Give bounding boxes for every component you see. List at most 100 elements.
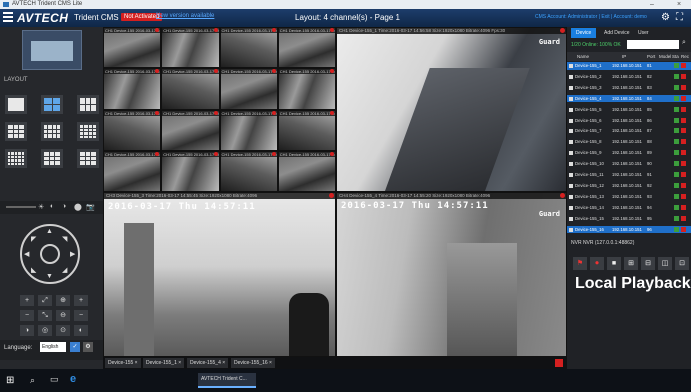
record-icon[interactable] bbox=[681, 117, 686, 123]
record-icon[interactable] bbox=[681, 204, 686, 210]
table-row[interactable]: Device-155_4 192.168.10.151 84 bbox=[567, 94, 691, 103]
ptz-button[interactable]: ◑ bbox=[20, 325, 34, 336]
menu-icon[interactable] bbox=[3, 12, 13, 23]
ptz-button[interactable]: + bbox=[20, 295, 34, 306]
table-row[interactable]: Device-155_5 192.168.10.151 85 bbox=[567, 106, 691, 114]
ptz-upright-arrow-icon[interactable]: ◥ bbox=[62, 235, 67, 243]
row-checkbox[interactable] bbox=[569, 183, 573, 188]
toolbar-icon[interactable]: ⏺ bbox=[590, 257, 604, 270]
column-header[interactable]: Name bbox=[577, 52, 589, 61]
row-checkbox[interactable] bbox=[569, 74, 573, 79]
toolbar-icon[interactable]: ⊡ bbox=[675, 257, 689, 270]
gear-icon[interactable]: ⚙ bbox=[661, 12, 670, 23]
layout-button-3x4[interactable] bbox=[41, 122, 63, 141]
row-checkbox[interactable] bbox=[569, 205, 573, 210]
windows-start-icon[interactable]: ⊞ bbox=[6, 375, 14, 386]
ptz-downright-arrow-icon[interactable]: ◢ bbox=[62, 266, 67, 274]
record-icon[interactable] bbox=[681, 172, 686, 177]
close-stream-icon[interactable] bbox=[213, 151, 218, 156]
column-header[interactable]: IP bbox=[622, 52, 626, 61]
table-row[interactable]: Device-155_9 192.168.10.151 89 bbox=[567, 149, 691, 157]
edge-browser-icon[interactable]: e bbox=[70, 373, 76, 385]
ptz-downleft-arrow-icon[interactable]: ◣ bbox=[31, 266, 36, 274]
video-tab[interactable]: Device-155 × bbox=[105, 358, 141, 368]
table-row[interactable]: Device-155_6 192.168.10.151 86 bbox=[567, 117, 691, 125]
small-video-tile[interactable]: CH1 Device-155 2016-03-17 14:56:17 bbox=[219, 27, 278, 69]
saturation-icon[interactable]: ◑ bbox=[62, 203, 66, 210]
record-icon[interactable] bbox=[681, 95, 686, 101]
layout-button-1x1[interactable] bbox=[5, 95, 27, 114]
account-info[interactable]: CMS Account: Administrator | Exit | Acco… bbox=[535, 14, 647, 20]
column-header[interactable]: Rec bbox=[681, 52, 689, 61]
ptz-left-arrow-icon[interactable]: ◀ bbox=[24, 250, 29, 258]
column-header[interactable]: Port bbox=[647, 52, 655, 61]
row-checkbox[interactable] bbox=[569, 227, 573, 232]
layout-button-3x3[interactable] bbox=[41, 149, 63, 168]
video-tab[interactable]: Device-155_16 × bbox=[231, 358, 275, 368]
ptz-button[interactable]: ⤢ bbox=[38, 295, 52, 306]
record-icon[interactable] bbox=[681, 182, 686, 188]
toolbar-icon[interactable]: ⚑ bbox=[573, 257, 587, 270]
layout-button-2x3[interactable] bbox=[77, 95, 99, 114]
table-row[interactable]: Device-155_10 192.168.10.151 90 bbox=[567, 160, 691, 168]
brightness-icon[interactable]: ☀ bbox=[38, 203, 44, 211]
close-stream-icon[interactable] bbox=[155, 151, 160, 156]
small-video-tile[interactable]: CH1 Device-155 2016-03-17 14:56:17 bbox=[219, 68, 278, 110]
table-row[interactable]: Device-155_3 192.168.10.151 83 bbox=[567, 84, 691, 92]
close-stream-icon[interactable] bbox=[330, 151, 334, 156]
layout-button-2x2[interactable] bbox=[41, 95, 63, 114]
nvr-row[interactable]: NVR NVR (127.0.0.1:48862) bbox=[567, 238, 691, 248]
close-stream-icon[interactable] bbox=[213, 28, 218, 32]
close-stream-icon[interactable] bbox=[330, 28, 334, 32]
row-checkbox[interactable] bbox=[569, 64, 573, 68]
record-icon[interactable] bbox=[681, 106, 686, 112]
minimize-button[interactable]: – bbox=[650, 0, 654, 9]
ptz-button[interactable]: ⊕ bbox=[56, 295, 70, 306]
table-row[interactable]: Device-155_15 192.168.10.151 95 bbox=[567, 215, 691, 223]
ptz-button[interactable]: − bbox=[74, 310, 88, 321]
taskbar-app-button[interactable]: AVTECH Trident C... bbox=[198, 373, 256, 388]
toolbar-icon[interactable]: ⊟ bbox=[641, 257, 655, 270]
stop-all-button[interactable] bbox=[555, 359, 563, 367]
row-checkbox[interactable] bbox=[569, 85, 573, 90]
layout-button-4x4[interactable] bbox=[77, 122, 99, 141]
close-stream-icon[interactable] bbox=[213, 69, 218, 74]
ptz-upleft-arrow-icon[interactable]: ◤ bbox=[31, 235, 36, 243]
row-checkbox[interactable] bbox=[569, 173, 573, 177]
ptz-button[interactable]: − bbox=[20, 310, 34, 321]
layout-button-3x3[interactable] bbox=[77, 149, 99, 168]
small-video-tile[interactable]: CH1 Device-155 2016-03-17 14:56:17 bbox=[277, 109, 336, 151]
ptz-button[interactable]: ⊖ bbox=[56, 310, 70, 321]
ptz-center-icon[interactable] bbox=[40, 244, 60, 264]
search-icon[interactable]: ⌕ bbox=[682, 39, 686, 47]
new-version-link[interactable]: New version available bbox=[156, 13, 214, 19]
snapshot-icon[interactable]: 📷 bbox=[86, 203, 95, 211]
row-checkbox[interactable] bbox=[569, 194, 573, 199]
small-video-tile[interactable]: CH1 Device-155 2016-03-17 14:56:17 bbox=[103, 27, 162, 69]
table-row[interactable]: Device-155_16 192.168.10.151 96 bbox=[567, 225, 691, 233]
table-row[interactable]: Device-155_2 192.168.10.151 82 bbox=[567, 73, 691, 81]
video-tile-3[interactable]: CH3 Device-155_3 Time:2016-03-17 14:55:4… bbox=[103, 192, 336, 357]
close-stream-icon[interactable] bbox=[329, 193, 334, 198]
close-stream-icon[interactable] bbox=[560, 193, 565, 198]
close-stream-icon[interactable] bbox=[155, 110, 160, 115]
table-row[interactable]: Device-155_12 192.168.10.151 92 bbox=[567, 182, 691, 190]
row-checkbox[interactable] bbox=[569, 96, 573, 101]
small-video-tile[interactable]: CH1 Device-155 2016-03-17 14:56:17 bbox=[219, 109, 278, 151]
small-video-tile[interactable]: CH1 Device-155 2016-03-17 14:56:17 bbox=[277, 27, 336, 69]
row-checkbox[interactable] bbox=[569, 118, 573, 123]
ptz-button[interactable]: ◐ bbox=[74, 325, 88, 336]
table-row[interactable]: Device-155_7 192.168.10.151 87 bbox=[567, 127, 691, 135]
layout-preview-thumbnail[interactable] bbox=[22, 30, 82, 70]
close-stream-icon[interactable] bbox=[330, 110, 334, 115]
record-icon[interactable] bbox=[681, 128, 686, 134]
video-tile-1[interactable]: CH1 Device-155_1 Time:2016-03-17 14:56:5… bbox=[336, 27, 567, 192]
tab-user[interactable]: User bbox=[633, 28, 654, 38]
small-video-tile[interactable]: CH1 Device-155 2016-03-17 14:56:17 bbox=[161, 68, 220, 110]
record-icon[interactable] bbox=[681, 226, 686, 232]
column-header[interactable]: Model bbox=[659, 52, 671, 61]
small-video-tile[interactable]: CH1 Device-155 2016-03-17 14:56:17 bbox=[103, 150, 162, 192]
tab-add-device[interactable]: Add Device bbox=[599, 28, 635, 38]
table-row[interactable]: Device-155_11 192.168.10.151 91 bbox=[567, 171, 691, 179]
small-video-tile[interactable]: CH1 Device-155 2016-03-17 14:56:17 bbox=[103, 68, 162, 110]
